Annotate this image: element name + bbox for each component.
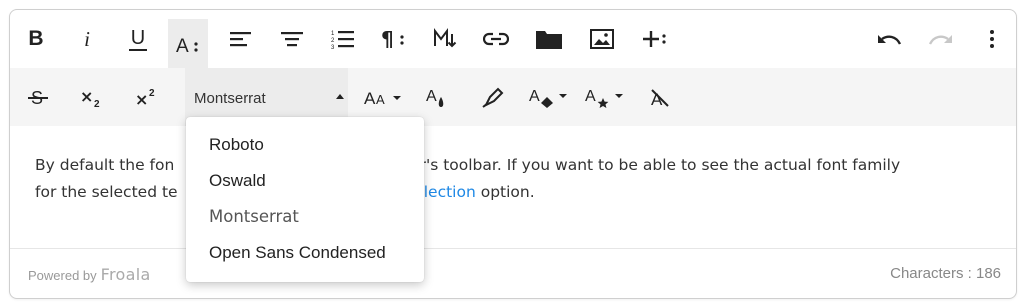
star-style-icon: A xyxy=(585,88,623,108)
svg-text:×: × xyxy=(80,87,93,106)
font-size-dropdown-button[interactable]: AA xyxy=(360,77,406,117)
underline-button[interactable]: U xyxy=(118,19,158,59)
font-size-icon: A xyxy=(176,36,198,55)
powered-by-label: Powered by xyxy=(28,268,97,283)
svg-text:1: 1 xyxy=(331,31,335,37)
svg-text:A: A xyxy=(529,88,540,105)
caret-up-icon xyxy=(336,94,344,99)
content-text-1a: By default the fon xyxy=(35,156,175,174)
underline-icon: U xyxy=(129,28,147,51)
italic-icon: i xyxy=(84,26,90,51)
toolbar-row-1: B i U A 123 ¶ xyxy=(10,10,1016,68)
more-options-button[interactable] xyxy=(972,19,1012,59)
svg-text:2: 2 xyxy=(94,99,100,108)
highlighter-icon xyxy=(482,87,504,108)
svg-text:3: 3 xyxy=(331,45,335,49)
underline-letter: U xyxy=(130,26,146,49)
fill-color-icon: A xyxy=(529,88,567,108)
font-size-button[interactable]: A xyxy=(168,19,208,68)
align-center-icon xyxy=(281,32,303,47)
font-option-montserrat[interactable]: Montserrat xyxy=(209,207,299,226)
ordered-list-icon: 123 xyxy=(331,31,354,49)
font-family-value: Montserrat xyxy=(194,90,266,107)
image-icon xyxy=(590,29,614,49)
inline-style-button[interactable]: A xyxy=(582,77,630,117)
editor-content[interactable]: By default the fon editor's toolbar. If y… xyxy=(35,152,1000,206)
redo-icon xyxy=(928,35,952,45)
svg-text:A: A xyxy=(585,88,596,105)
text-color-button[interactable]: A xyxy=(417,77,457,117)
clear-formatting-button[interactable]: A xyxy=(640,77,680,117)
markdown-icon xyxy=(434,28,457,48)
character-count: Characters : 186 xyxy=(890,265,1001,282)
powered-by[interactable]: Powered by Froala xyxy=(28,265,151,284)
svg-text:2: 2 xyxy=(331,38,335,44)
superscript-icon: × 2 xyxy=(135,88,155,108)
content-line-1: By default the fon editor's toolbar. If y… xyxy=(35,152,1000,179)
editor-footer: Powered by Froala Characters : 186 xyxy=(10,248,1016,299)
align-left-icon xyxy=(230,32,251,47)
align-button[interactable] xyxy=(221,19,261,59)
svg-text:A: A xyxy=(426,88,437,105)
underline-bar xyxy=(129,48,147,51)
svg-text:2: 2 xyxy=(149,88,155,99)
content-text-1b: editor's toolbar. If you want to be able… xyxy=(380,156,901,174)
content-text-2b: option. xyxy=(475,183,535,201)
strikethrough-icon: S xyxy=(28,88,48,108)
svg-text:A: A xyxy=(364,89,376,107)
ordered-list-button[interactable]: 123 xyxy=(323,19,363,59)
font-option-roboto[interactable]: Roboto xyxy=(209,135,264,155)
froala-logo: Froala xyxy=(100,265,151,284)
text-color-drop-icon: A xyxy=(426,88,444,107)
superscript-button[interactable]: × 2 xyxy=(127,77,167,117)
font-size-dropdown-icon: AA xyxy=(364,89,401,107)
more-vertical-icon xyxy=(990,30,994,48)
redo-button[interactable] xyxy=(921,19,961,59)
bold-icon: B xyxy=(28,27,44,50)
highlight-button[interactable] xyxy=(473,77,513,117)
background-color-button[interactable]: A xyxy=(526,77,574,117)
font-option-open-sans-condensed[interactable]: Open Sans Condensed xyxy=(209,243,386,263)
content-line-2: for the selected te ilySelection option. xyxy=(35,179,1000,206)
insert-file-button[interactable] xyxy=(529,19,569,59)
content-text-2a: for the selected te xyxy=(35,183,178,201)
markdown-button[interactable] xyxy=(425,19,465,59)
more-insert-icon xyxy=(643,31,666,47)
link-icon xyxy=(483,32,509,46)
subscript-icon: × 2 xyxy=(80,87,100,108)
froala-editor: B i U A 123 ¶ S × 2 × 2 Montserrat A A A… xyxy=(9,9,1017,299)
toolbar-row-2: S × 2 × 2 Montserrat AA A A A A xyxy=(10,68,1016,126)
bold-button[interactable]: B xyxy=(16,19,56,59)
svg-text:¶: ¶ xyxy=(381,28,394,50)
folder-icon xyxy=(536,31,562,49)
subscript-button[interactable]: × 2 xyxy=(72,77,112,117)
strikethrough-button[interactable]: S xyxy=(18,77,58,117)
align-center-button[interactable] xyxy=(272,19,312,59)
insert-image-button[interactable] xyxy=(582,19,622,59)
more-insert-button[interactable] xyxy=(635,19,675,59)
clear-format-icon: A xyxy=(651,89,669,108)
svg-text:×: × xyxy=(135,90,148,108)
paragraph-format-icon: ¶ xyxy=(381,28,404,50)
undo-icon xyxy=(878,35,902,45)
svg-text:A: A xyxy=(376,92,385,107)
italic-button[interactable]: i xyxy=(67,19,107,59)
font-family-dropdown: Roboto Oswald Montserrat Open Sans Conde… xyxy=(186,117,424,282)
svg-text:A: A xyxy=(176,36,189,55)
undo-button[interactable] xyxy=(869,19,909,59)
insert-link-button[interactable] xyxy=(476,19,516,59)
font-option-oswald[interactable]: Oswald xyxy=(209,171,266,191)
paragraph-format-button[interactable]: ¶ xyxy=(374,19,414,59)
